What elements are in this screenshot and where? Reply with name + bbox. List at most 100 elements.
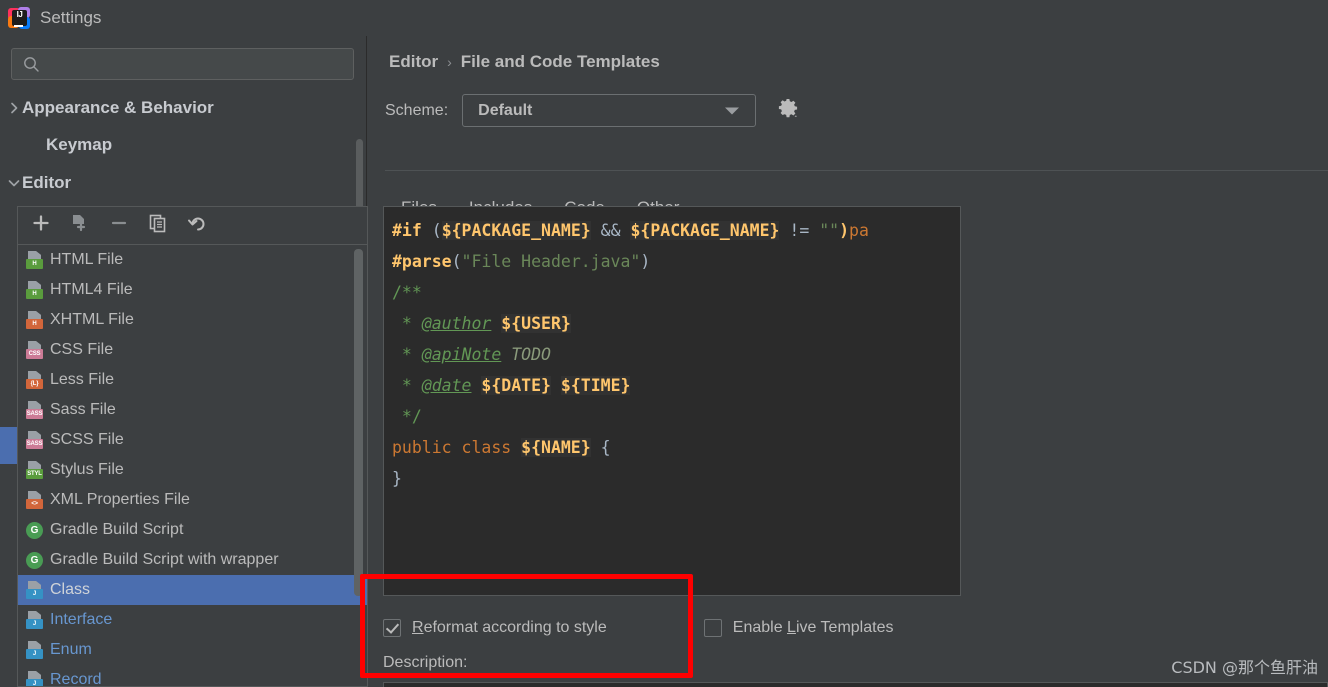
- minus-icon: [109, 213, 129, 238]
- duplicate-icon: [148, 213, 168, 238]
- code-token: /**: [392, 283, 422, 302]
- list-item[interactable]: <> XML Properties File: [18, 485, 367, 515]
- reset-template-button[interactable]: [184, 213, 210, 239]
- list-item[interactable]: G Gradle Build Script with wrapper: [18, 545, 367, 575]
- code-token: TODO: [501, 345, 551, 364]
- plus-icon: [31, 213, 51, 238]
- file-type-icon: CSS: [26, 341, 43, 359]
- scheme-row: Scheme: Default: [385, 94, 800, 127]
- description-textarea[interactable]: [383, 682, 1328, 687]
- code-token: "": [819, 221, 840, 240]
- breadcrumb: Editor › File and Code Templates: [389, 52, 660, 72]
- list-item[interactable]: J Interface: [18, 605, 367, 635]
- chevron-down-icon[interactable]: [6, 175, 22, 191]
- gradle-file-icon: G: [26, 521, 43, 539]
- file-type-icon: <>: [26, 491, 43, 509]
- file-type-icon: H: [26, 251, 43, 269]
- search-input[interactable]: [12, 49, 353, 79]
- list-item[interactable]: G Gradle Build Script: [18, 515, 367, 545]
- file-type-icon: J: [26, 671, 43, 686]
- code-token: }: [392, 469, 402, 488]
- template-file-list: H HTML File H HTML4 File H XHTML File CSS CSS F…: [17, 206, 368, 687]
- list-item[interactable]: H XHTML File: [18, 305, 367, 335]
- list-item-label: Gradle Build Script: [50, 521, 184, 538]
- copy-template-button[interactable]: [145, 213, 171, 239]
- code-token: ${NAME}: [521, 438, 591, 457]
- code-token: *: [392, 345, 422, 364]
- code-token: @author: [421, 314, 492, 333]
- code-line: * @apiNote TODO: [392, 339, 960, 370]
- list-item-label: Class: [50, 581, 91, 598]
- list-item-label: Enum: [50, 641, 92, 658]
- list-item[interactable]: {L} Less File: [18, 365, 367, 395]
- search-wrapper: [0, 36, 366, 80]
- description-label: Description:: [383, 654, 468, 671]
- breadcrumb-current: File and Code Templates: [460, 52, 660, 71]
- code-token: #parse: [392, 252, 452, 271]
- list-item-label: Stylus File: [50, 461, 124, 478]
- sidebar-item-keymap[interactable]: Keymap: [0, 127, 366, 165]
- list-item[interactable]: SASS SCSS File: [18, 425, 367, 455]
- code-line: * @author ${USER}: [392, 308, 960, 339]
- file-type-icon: J: [26, 611, 43, 629]
- code-token: ${USER}: [501, 314, 571, 333]
- file-type-icon: SASS: [26, 401, 43, 419]
- code-token: !=: [779, 221, 820, 240]
- list-item-label: Interface: [50, 611, 113, 628]
- live-templates-checkbox-row[interactable]: Enable Live Templates: [703, 614, 893, 642]
- scheme-settings-button[interactable]: [776, 99, 800, 123]
- code-token: ): [640, 252, 651, 271]
- file-type-icon: SASS: [26, 431, 43, 449]
- search-box[interactable]: [11, 48, 354, 80]
- list-item[interactable]: J Class: [18, 575, 367, 605]
- list-item[interactable]: J Record: [18, 665, 367, 686]
- code-token: ${TIME}: [560, 376, 631, 395]
- list-item-label: Sass File: [50, 401, 116, 418]
- sidebar-item-label: Editor: [22, 172, 72, 192]
- copy-file-icon: [70, 213, 90, 238]
- list-item[interactable]: H HTML File: [18, 245, 367, 275]
- reformat-checkbox[interactable]: [383, 619, 401, 637]
- list-item-label: SCSS File: [50, 431, 124, 448]
- gear-icon: [777, 97, 799, 124]
- file-list-scrollbar[interactable]: [354, 249, 363, 596]
- code-token: pa: [849, 221, 869, 240]
- code-token: @date: [421, 376, 472, 395]
- live-templates-checkbox[interactable]: [703, 619, 722, 637]
- file-type-icon: J: [26, 641, 43, 659]
- list-item-label: HTML File: [50, 251, 124, 268]
- list-item-label: XHTML File: [50, 311, 134, 328]
- create-child-template-button[interactable]: [67, 213, 93, 239]
- list-item[interactable]: CSS CSS File: [18, 335, 367, 365]
- code-token: (: [431, 221, 442, 240]
- scheme-dropdown[interactable]: Default: [462, 94, 757, 127]
- code-token: *: [392, 376, 422, 395]
- file-list-items: H HTML File H HTML4 File H XHTML File CSS CSS F…: [18, 245, 367, 686]
- file-type-icon: H: [26, 311, 43, 329]
- list-item[interactable]: J Enum: [18, 635, 367, 665]
- watermark-text: CSDN @那个鱼肝油: [1171, 658, 1318, 677]
- gradle-file-icon: G: [26, 551, 43, 569]
- chevron-down-icon: [725, 107, 740, 114]
- list-item-label: XML Properties File: [50, 491, 190, 508]
- sidebar-item-editor[interactable]: Editor: [0, 164, 366, 202]
- scheme-divider: [385, 170, 1328, 171]
- breadcrumb-parent[interactable]: Editor: [389, 52, 438, 72]
- list-item[interactable]: STYL Stylus File: [18, 455, 367, 485]
- template-code-editor[interactable]: #if (${PACKAGE_NAME} && ${PACKAGE_NAME} …: [383, 206, 961, 596]
- list-item-label: Less File: [50, 371, 115, 388]
- code-line: * @date ${DATE} ${TIME}: [392, 370, 960, 401]
- code-token: ${PACKAGE_NAME}: [630, 221, 780, 240]
- code-token: *: [392, 314, 422, 333]
- reformat-checkbox-row[interactable]: Reformat according to style: [383, 614, 607, 642]
- add-template-button[interactable]: [28, 213, 54, 239]
- chevron-right-icon[interactable]: [6, 100, 22, 116]
- remove-template-button[interactable]: [106, 213, 132, 239]
- list-item[interactable]: H HTML4 File: [18, 275, 367, 305]
- code-line: public class ${NAME} {: [392, 432, 960, 463]
- list-item[interactable]: SASS Sass File: [18, 395, 367, 425]
- sidebar-item-appearance-behavior[interactable]: Appearance & Behavior: [0, 89, 366, 127]
- code-line: #parse("File Header.java"): [392, 246, 960, 277]
- file-type-icon: H: [26, 281, 43, 299]
